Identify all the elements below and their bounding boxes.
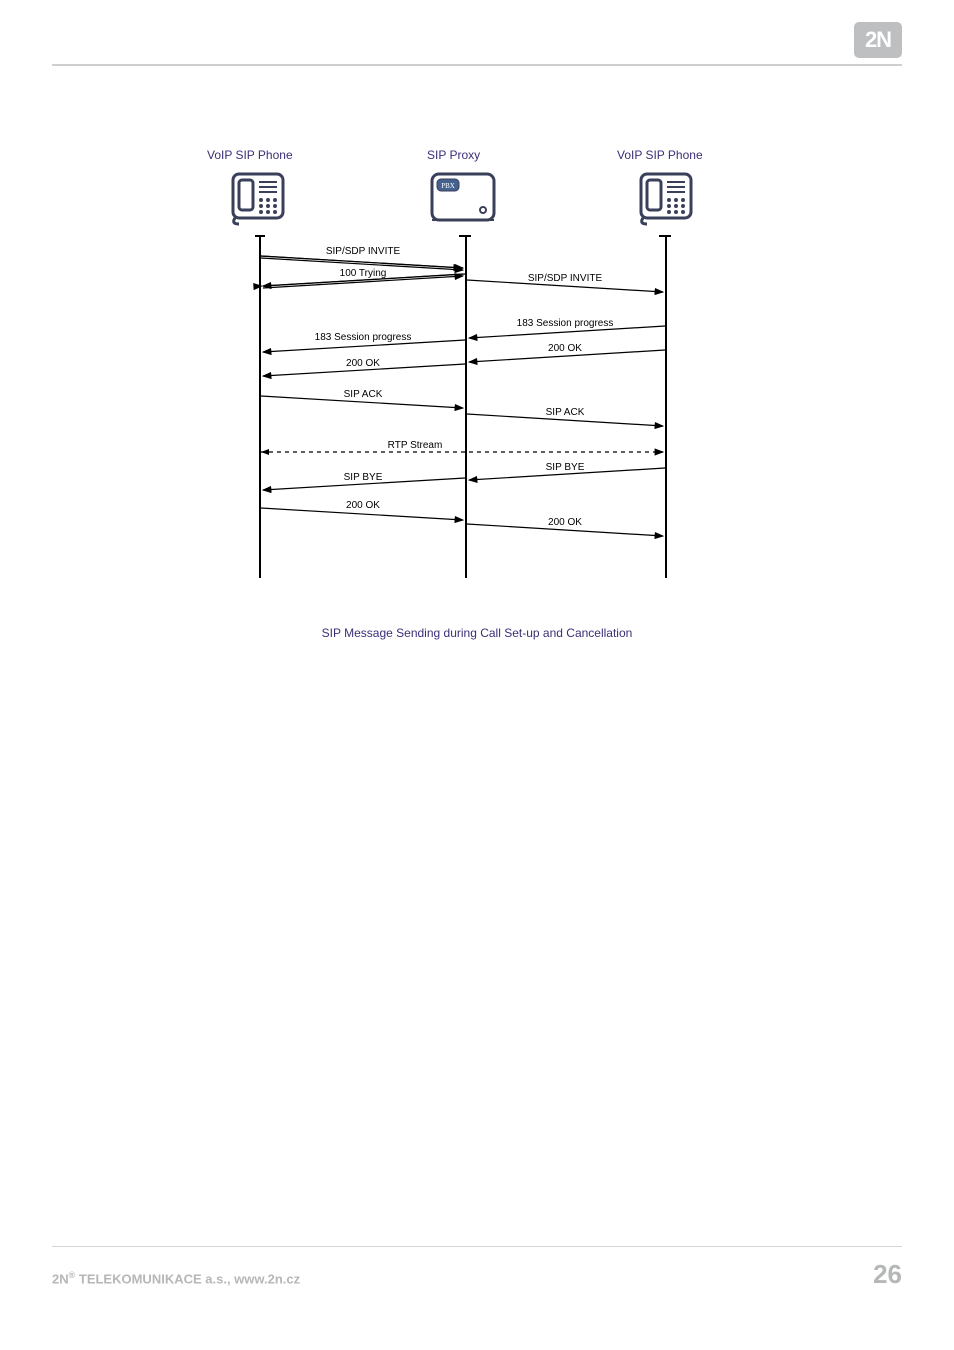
sip-sequence-diagram: VoIP SIP Phone SIP Proxy VoIP SIP Phone …: [217, 148, 737, 598]
page-footer: 2N® TELEKOMUNIKACE a.s., www.2n.cz 26: [52, 1246, 902, 1290]
footer-company: 2N® TELEKOMUNIKACE a.s., www.2n.cz: [52, 1270, 300, 1286]
diagram-caption: SIP Message Sending during Call Set-up a…: [52, 626, 902, 640]
msg-label: RTP Stream: [388, 440, 443, 451]
msg-label: SIP BYE: [344, 472, 383, 483]
msg-label: 200 OK: [548, 517, 582, 528]
header-divider: [52, 64, 902, 66]
msg-label: 200 OK: [346, 500, 380, 511]
msg-label: 200 OK: [548, 343, 582, 354]
msg-label: 100 Trying: [340, 268, 387, 279]
msg-label: SIP BYE: [546, 462, 585, 473]
msg-label: 200 OK: [346, 358, 380, 369]
msg-label: SIP/SDP INVITE: [326, 246, 400, 257]
msg-label: SIP ACK: [344, 389, 383, 400]
page-number: 26: [873, 1259, 902, 1290]
brand-logo: 2N: [854, 22, 902, 58]
seq-svg: [217, 148, 737, 598]
msg-label: SIP ACK: [546, 407, 585, 418]
footer-divider: [52, 1246, 902, 1247]
msg-label: 183 Session progress: [315, 332, 412, 343]
msg-label: SIP/SDP INVITE: [528, 273, 602, 284]
msg-label: 183 Session progress: [517, 318, 614, 329]
